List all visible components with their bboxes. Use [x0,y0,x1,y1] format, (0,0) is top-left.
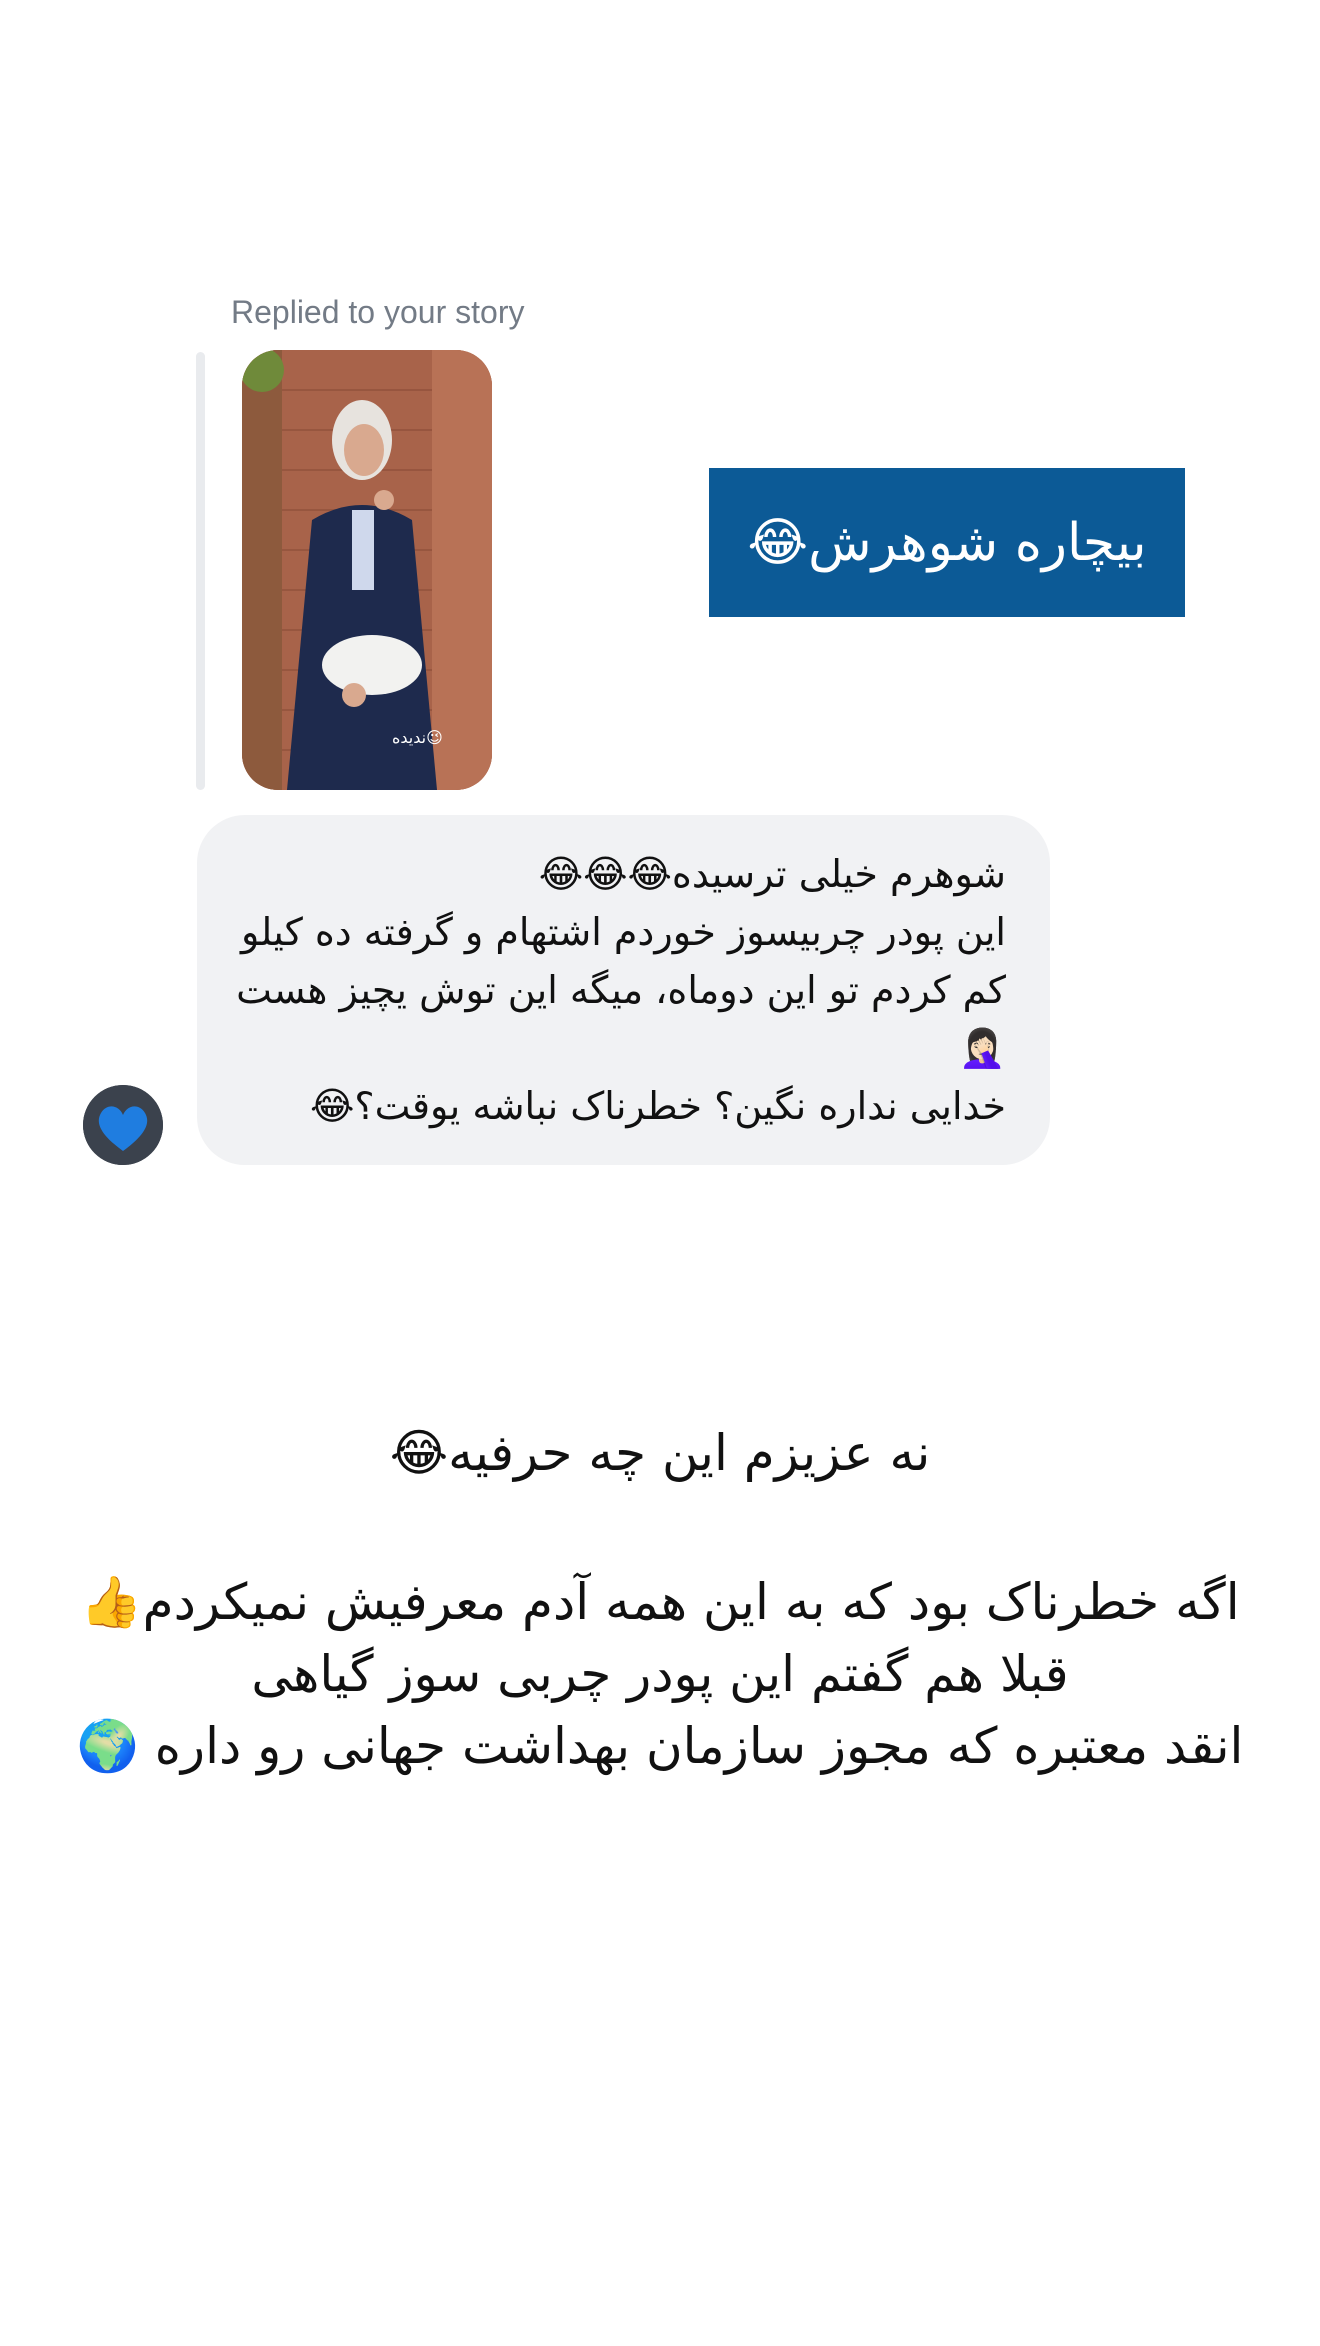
avatar[interactable] [83,1085,163,1165]
story-reply-label: Replied to your story [231,294,525,330]
message-text: شوهرم خیلی ترسیده😂😂😂 این پودر چربیسوز خو… [236,852,1006,1128]
caption-body: اگه خطرناک بود که به این همه آدم معرفیش … [76,1573,1244,1775]
message-bubble: شوهرم خیلی ترسیده😂😂😂 این پودر چربیسوز خو… [197,815,1050,1165]
story-sticker: بیچاره شوهرش😂 [709,468,1185,617]
thumbnail-caption: 😉ندیده [392,728,443,747]
story-reply-bar [196,352,205,790]
story-thumbnail[interactable]: 😉ندیده [242,350,492,790]
caption-line1: نه عزیزم این چه حرفیه😂 [389,1424,931,1482]
